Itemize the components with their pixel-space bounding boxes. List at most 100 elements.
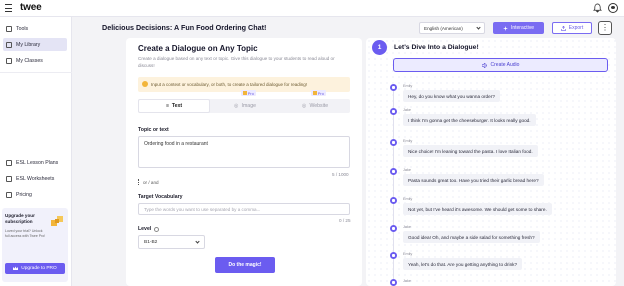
dialogue-title: Let's Dive Into a Dialogue! [394, 44, 479, 51]
pro-badge-label: Pro [247, 90, 254, 96]
tab-label: Website [309, 103, 329, 109]
sidebar-item-label: My Classes [16, 57, 43, 64]
sidebar-item-tools[interactable]: Tools [3, 22, 67, 35]
library-icon [6, 41, 12, 48]
source-tabs: ≡ Text Pro ◎ Image Pro ◎ Website [138, 90, 350, 113]
sparkle-icon [502, 25, 508, 31]
export-icon [560, 25, 566, 31]
worksheets-icon [6, 175, 12, 182]
sidebar-item-label: My Library [16, 41, 41, 48]
tab-image[interactable]: Pro ◎ Image [210, 90, 280, 113]
pro-badge-label: Pro [317, 90, 324, 96]
topic-label: Topic or text [138, 127, 169, 133]
classes-icon [6, 57, 12, 64]
topic-textarea[interactable]: Ordering food in a restaurant [138, 136, 350, 168]
speaker-icon [390, 279, 397, 286]
chevron-down-icon [195, 239, 200, 244]
speaker-name: Jake [403, 279, 412, 283]
top-bar: twee [0, 0, 624, 17]
sidebar-item-pricing[interactable]: Pricing [3, 188, 67, 201]
vocab-counter: 0 / 25 [339, 218, 351, 223]
cubes-icon [312, 91, 317, 95]
pro-badge: Pro [310, 90, 326, 96]
speaker-name: Jake [403, 168, 412, 172]
speaker-icon [390, 252, 397, 259]
language-select[interactable]: English (American) [419, 22, 485, 34]
export-label: Export [568, 25, 584, 31]
speaker-icon [390, 197, 397, 204]
message-bubble: Not yet, but I've heard it's awesome. We… [403, 203, 552, 215]
more-options-button[interactable]: ⋮ [598, 21, 612, 35]
language-value: English (American) [424, 25, 463, 31]
message-bubble: I think I'm gonna get the cheeseburger. … [403, 114, 536, 126]
export-button[interactable]: Export [552, 22, 592, 34]
upgrade-to-pro-button[interactable]: Upgrade to PRO [5, 263, 65, 274]
form-description: Create a dialogue based on any text or t… [138, 56, 335, 68]
sidebar-item-label: Pricing [16, 191, 32, 198]
level-label-row: Level [138, 226, 160, 232]
tools-icon [6, 25, 12, 32]
text-lines-icon: ≡ [165, 103, 169, 109]
sidebar-item-lesson-plans[interactable]: ESL Lesson Plans [3, 156, 67, 169]
app-logo[interactable]: twee [20, 2, 42, 13]
level-label: Level [138, 226, 152, 232]
sidebar-item-label: ESL Lesson Plans [16, 159, 59, 166]
sidebar: Tools My Library My Classes ESL Lesson P… [0, 17, 72, 286]
speaker-icon [390, 225, 397, 232]
sidebar-item-label: ESL Worksheets [16, 175, 55, 182]
bell-icon[interactable] [593, 3, 602, 13]
topic-counter: 5 / 1000 [332, 172, 349, 177]
globe-icon: ◎ [301, 103, 307, 109]
menu-icon[interactable] [5, 4, 12, 12]
message-bubble: Good idea! Oh, and maybe a side salad fo… [403, 231, 540, 243]
interactive-label: Interactive [510, 25, 535, 31]
create-audio-button[interactable]: Create Audio [393, 58, 608, 72]
vocab-input[interactable]: Type the words you want to use separated… [138, 203, 350, 215]
image-icon: ◎ [234, 103, 239, 109]
page-title: Delicious Decisions: A Fun Food Ordering… [102, 23, 267, 32]
interactive-button[interactable]: Interactive [493, 22, 544, 34]
sidebar-divider [0, 72, 72, 73]
speaker-icon [390, 84, 397, 91]
pricing-icon [6, 191, 12, 198]
dotted-line-icon [138, 179, 140, 185]
sidebar-item-my-classes[interactable]: My Classes [3, 54, 67, 67]
dialogue-panel: 1 Let's Dive Into a Dialogue! Create Aud… [366, 38, 616, 286]
sidebar-item-my-library[interactable]: My Library [3, 38, 67, 51]
or-and-divider: or / and [138, 179, 159, 185]
upgrade-card: Upgrade your subscription Loved your tri… [2, 208, 68, 282]
message-bubble: Yeah, let's do that. Are you getting any… [403, 258, 523, 270]
message-bubble: Hey, do you know what you wanna order? [403, 90, 500, 102]
sidebar-item-worksheets[interactable]: ESL Worksheets [3, 172, 67, 185]
message-bubble: Nice choice! I'm leaning toward the past… [403, 145, 538, 157]
cubes-icon [242, 91, 247, 95]
dialogue-form-panel: Create a Dialogue on Any Topic Create a … [126, 38, 362, 286]
speaker-name: Emily [403, 197, 413, 201]
tab-label: Image [241, 103, 256, 109]
speaker-icon [390, 108, 397, 115]
do-the-magic-button[interactable]: Do the magic! [215, 257, 275, 273]
lightbulb-icon [142, 81, 148, 87]
or-and-text: or / and [143, 179, 159, 185]
upgrade-button-label: Upgrade to PRO [21, 266, 57, 271]
info-alert-text: Input a context or vocabulary, or both, … [151, 82, 308, 87]
speaker-icon [390, 139, 397, 146]
tab-label: Text [171, 103, 183, 109]
chevron-down-icon [476, 25, 481, 30]
profile-icon[interactable] [608, 3, 618, 13]
level-value: B1-B2 [144, 240, 158, 245]
speaker-name: Jake [403, 225, 412, 229]
vocab-label: Target Vocabulary [138, 194, 183, 200]
sidebar-item-label: Tools [16, 25, 29, 32]
speaker-name: Emily [403, 139, 413, 143]
level-select[interactable]: B1-B2 [138, 235, 205, 249]
crown-icon [13, 266, 19, 270]
tab-website[interactable]: Pro ◎ Website [280, 90, 350, 113]
tab-text[interactable]: ≡ Text [138, 99, 210, 113]
speaker-name: Emily [403, 84, 413, 88]
pro-badge: Pro [240, 90, 256, 96]
info-icon[interactable] [154, 226, 160, 232]
speaker-name: Emily [403, 252, 413, 256]
form-title: Create a Dialogue on Any Topic [138, 44, 258, 53]
audio-icon [481, 62, 487, 68]
